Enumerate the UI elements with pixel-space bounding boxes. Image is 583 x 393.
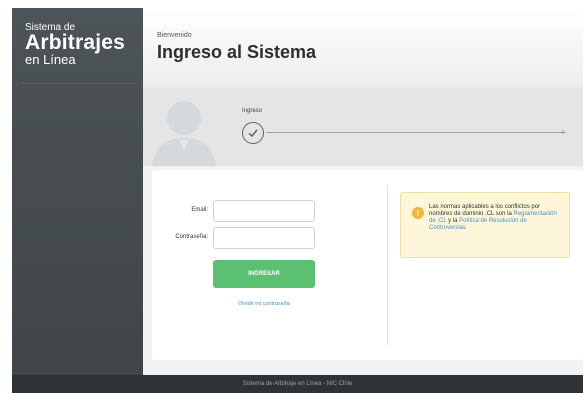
app-window: Sistema de Arbitrajes en Línea Bienvenid… <box>12 8 583 393</box>
footer: Sistema de Arbitraje en Línea - NIC Chil… <box>12 375 583 393</box>
step-connector-line <box>266 132 566 133</box>
check-icon <box>248 129 258 138</box>
page-header: Bienvenido Ingreso al Sistema <box>143 8 583 88</box>
brand-line-3: en Línea <box>25 52 76 67</box>
card-divider <box>387 185 388 345</box>
page-title: Ingreso al Sistema <box>157 42 317 62</box>
brand-logo[interactable]: Sistema de Arbitrajes en Línea <box>25 22 125 67</box>
welcome-text: Bienvenido <box>157 32 192 39</box>
notice-text: Las normas aplicables a los conflictos p… <box>429 204 565 232</box>
step-progress-bar: Ingreso › <box>143 88 583 166</box>
password-label: Contraseña: <box>175 234 208 240</box>
forgot-password-link[interactable]: Olvidé mi contraseña <box>213 301 315 307</box>
login-button[interactable]: INGRESAR <box>213 260 315 288</box>
sidebar-divider <box>22 83 138 84</box>
login-card: Email: Contraseña: INGRESAR Olvidé mi co… <box>152 170 583 360</box>
sidebar: Sistema de Arbitrajes en Línea <box>12 8 143 375</box>
arrow-right-icon: › <box>561 126 565 138</box>
check-circle-icon <box>242 122 264 144</box>
notice-box: ! Las normas aplicables a los conflictos… <box>400 192 570 258</box>
password-field[interactable] <box>213 227 315 249</box>
notice-text-middle: y la <box>446 218 460 224</box>
email-label: Email: <box>191 207 208 213</box>
step-label-ingreso: Ingreso <box>242 108 263 114</box>
email-field[interactable] <box>213 200 315 222</box>
user-avatar-icon <box>152 101 216 166</box>
brand-line-2: Arbitrajes <box>25 31 126 54</box>
warning-icon: ! <box>412 207 424 219</box>
